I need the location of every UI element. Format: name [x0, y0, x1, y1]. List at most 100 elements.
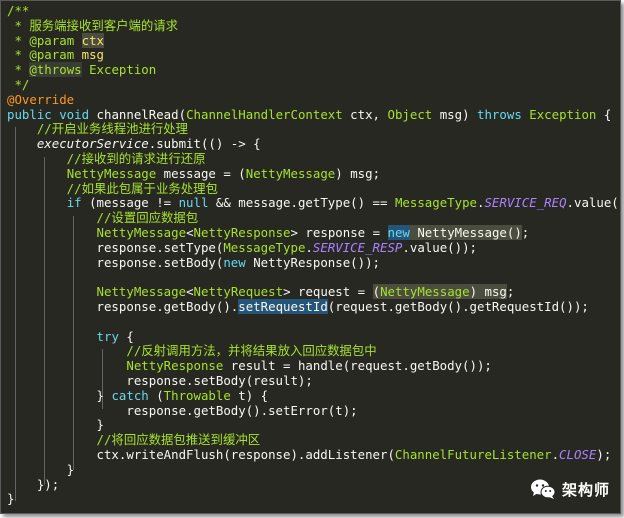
code-line[interactable]: response.setBody(result);: [7, 372, 620, 389]
code-token: Object: [387, 106, 433, 122]
code-token: if: [66, 195, 82, 211]
code-token: @Override: [7, 91, 75, 107]
code-token: MessageType: [223, 239, 306, 255]
code-token: <: [186, 284, 194, 300]
code-token: throws: [477, 106, 530, 122]
code-token: NettyMessage: [245, 165, 336, 181]
code-line[interactable]: NettyMessage<NettyRequest> request = (Ne…: [7, 284, 620, 300]
code-token: //将回应数据包推送到缓冲区: [7, 432, 261, 448]
code-line[interactable]: //接收到的请求进行还原: [7, 151, 620, 167]
code-token: //反射调用方法，并将结果放入回应数据包中: [7, 343, 377, 359]
code-token: NettyMessage: [66, 165, 157, 181]
code-token: SERVICE_REQ: [484, 195, 567, 211]
code-line[interactable]: NettyMessage<NettyResponse> response = n…: [7, 224, 620, 241]
code-token: response.setType(: [7, 239, 224, 255]
code-line[interactable]: }: [7, 462, 620, 478]
code-token: * 服务端接收到客户端的请求: [7, 17, 179, 33]
code-token: > request =: [283, 284, 373, 300]
code-token: });: [7, 476, 60, 492]
code-line[interactable]: } catch (Throwable t) {: [7, 387, 620, 404]
code-line[interactable]: //开启业务线程池进行处理: [7, 121, 620, 137]
code-token: > response =: [290, 224, 388, 240]
code-token: NettyResponse: [193, 224, 291, 240]
code-line[interactable]: @Override: [7, 91, 620, 108]
code-line[interactable]: */: [7, 76, 620, 93]
code-token: (request.getBody().getRequestId());: [327, 298, 589, 314]
code-token: .: [551, 446, 560, 462]
code-token: setRequestId: [238, 298, 328, 314]
code-token: NettyMessage: [96, 224, 187, 240]
code-line[interactable]: response.setBody(new NettyResponse());: [7, 254, 620, 271]
code-token: msg): [432, 106, 478, 122]
code-token: */: [7, 76, 30, 92]
code-token: null: [178, 195, 209, 211]
code-line[interactable]: * @param ctx: [7, 32, 620, 49]
code-token: channelRead(: [96, 106, 187, 122]
code-token: }: [7, 491, 15, 507]
code-line[interactable]: response.getBody().setError(t);: [7, 402, 620, 419]
code-line[interactable]: response.setType(MessageType.SERVICE_RES…: [7, 239, 620, 256]
code-line[interactable]: ​: [7, 270, 620, 285]
code-line[interactable]: //设置回应数据包: [7, 210, 620, 226]
code-token: Exception: [529, 106, 597, 122]
code-token: t) {: [230, 387, 269, 403]
code-token: CLOSE: [559, 446, 597, 462]
code-token: catch: [111, 387, 149, 403]
code-token: response.getBody().setError(t);: [7, 402, 358, 418]
code-editor[interactable]: /** * 服务端接收到客户端的请求 * @param ctx * @param…: [0, 0, 621, 514]
code-line[interactable]: ​: [7, 315, 620, 330]
code-line[interactable]: ctx.writeAndFlush(response).addListener(…: [7, 446, 620, 463]
code-line[interactable]: });: [7, 476, 620, 493]
code-token: Throwable: [163, 387, 231, 403]
code-token: ) msg;: [335, 165, 381, 181]
code-token: //设置回应数据包: [7, 210, 199, 226]
code-line[interactable]: public void channelRead(ChannelHandlerCo…: [7, 106, 620, 123]
code-token: && message.getType() ==: [208, 195, 395, 211]
code-content[interactable]: /** * 服务端接收到客户端的请求 * @param ctx * @param…: [7, 3, 620, 507]
watermark: 架构师: [530, 478, 610, 500]
code-line[interactable]: NettyResponse result = handle(request.ge…: [7, 358, 620, 374]
code-token: NettyResponse: [126, 358, 224, 374]
code-line[interactable]: * @throws Exception: [7, 62, 620, 78]
code-token: *: [7, 47, 30, 63]
code-line[interactable]: }: [7, 417, 620, 433]
code-line[interactable]: * 服务端接收到客户端的请求: [7, 17, 620, 34]
code-line[interactable]: try {: [7, 329, 620, 345]
code-line[interactable]: //将回应数据包推送到缓冲区: [7, 432, 620, 448]
code-token: (message !=: [81, 195, 179, 211]
code-token: response.setBody(result);: [7, 372, 313, 388]
code-token: Exception: [89, 62, 157, 78]
code-line[interactable]: if (message != null && message.getType()…: [7, 195, 620, 211]
code-token: @throws: [29, 62, 82, 78]
code-line[interactable]: //反射调用方法，并将结果放入回应数据包中: [7, 343, 620, 359]
code-token: }: [7, 387, 112, 403]
code-token: ctx.writeAndFlush(response).addListener(: [7, 446, 395, 462]
code-token: msg: [81, 47, 105, 63]
code-line[interactable]: executorService.submit(() -> {: [7, 136, 620, 152]
code-token: response.getBody().: [7, 298, 239, 314]
wechat-icon: [530, 478, 556, 500]
code-token: .value()) {: [566, 195, 620, 211]
code-line[interactable]: }: [7, 491, 620, 507]
code-token: ctx: [81, 32, 105, 48]
code-token: *: [7, 32, 30, 48]
code-token: public void: [7, 106, 97, 122]
code-line[interactable]: //如果此包属于业务处理包: [7, 181, 620, 197]
code-token: NettyMessage: [380, 284, 470, 300]
code-line[interactable]: response.getBody().setRequestId(request.…: [7, 298, 620, 315]
code-token: <: [186, 224, 194, 240]
code-token: NettyRequest: [193, 284, 284, 300]
code-line[interactable]: NettyMessage message = (NettyMessage) ms…: [7, 165, 620, 182]
code-token: ) msg: [469, 284, 507, 300]
code-token: response.setBody(: [7, 254, 224, 270]
code-line[interactable]: /**: [7, 3, 620, 19]
code-token: (: [372, 284, 381, 300]
code-token: .value());: [402, 239, 478, 255]
code-line[interactable]: * @param msg: [7, 47, 620, 63]
